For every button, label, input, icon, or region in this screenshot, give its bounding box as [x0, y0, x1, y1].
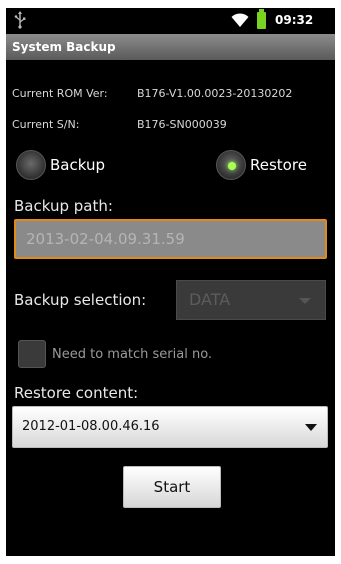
backup-path-label: Backup path:: [14, 197, 113, 215]
serial-number-label: Current S/N:: [12, 118, 80, 131]
serial-number-value: B176-SN000039: [137, 118, 227, 131]
restore-radio-label: Restore: [250, 156, 307, 174]
device-screen: 09:32 System Backup Current ROM Ver: B17…: [6, 8, 335, 556]
backup-selection-value: DATA: [189, 290, 231, 309]
app-title: System Backup: [12, 40, 116, 54]
start-button[interactable]: Start: [123, 466, 221, 508]
rom-version-label: Current ROM Ver:: [12, 87, 108, 100]
restore-content-label: Restore content:: [14, 384, 139, 402]
status-bar: 09:32: [6, 8, 335, 34]
backup-selection-label: Backup selection:: [14, 291, 147, 309]
battery-icon: [257, 9, 266, 29]
backup-radio[interactable]: Backup: [16, 150, 105, 180]
match-serial-label: Need to match serial no.: [52, 347, 213, 362]
radio-unselected-icon: [16, 150, 46, 180]
radio-selected-icon: [216, 150, 246, 180]
status-clock: 09:32: [275, 13, 314, 27]
restore-content-dropdown[interactable]: 2012-01-08.00.46.16: [12, 406, 328, 448]
wifi-icon: [231, 13, 249, 27]
chevron-down-icon: [299, 298, 311, 304]
backup-radio-label: Backup: [50, 156, 105, 174]
backup-selection-dropdown[interactable]: DATA: [176, 280, 326, 320]
usb-icon: [14, 11, 26, 29]
restore-content-value: 2012-01-08.00.46.16: [22, 419, 160, 434]
mode-radio-group: Backup Restore: [16, 148, 326, 182]
match-serial-checkbox[interactable]: [18, 340, 46, 368]
chevron-down-icon: [305, 424, 317, 431]
app-title-bar: System Backup: [6, 34, 335, 60]
rom-version-value: B176-V1.00.0023-20130202: [137, 87, 293, 100]
backup-path-input[interactable]: 2013-02-04.09.31.59: [14, 219, 327, 259]
restore-radio[interactable]: Restore: [216, 150, 307, 180]
